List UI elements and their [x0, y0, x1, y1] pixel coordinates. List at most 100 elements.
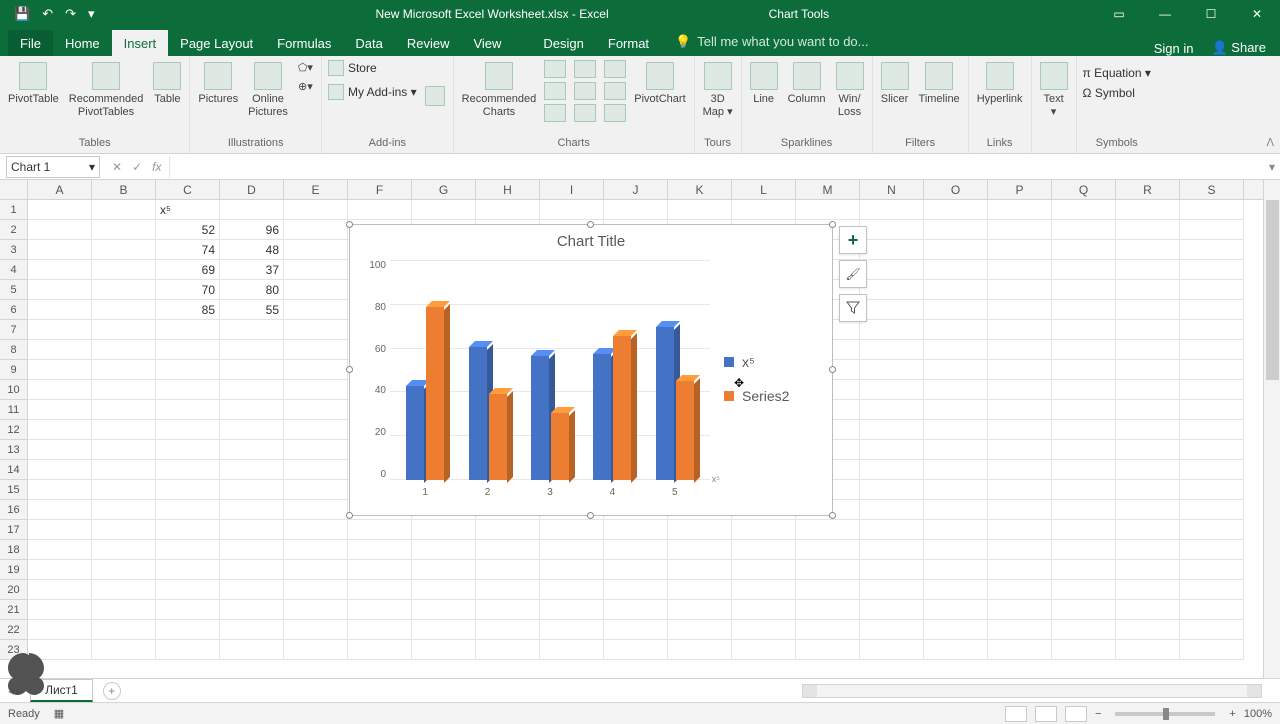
cell[interactable]	[1180, 520, 1244, 540]
cell[interactable]	[1052, 280, 1116, 300]
cell[interactable]	[1052, 400, 1116, 420]
cell[interactable]	[924, 620, 988, 640]
cell[interactable]	[988, 480, 1052, 500]
chart-legend[interactable]: x⁵Series2	[710, 260, 820, 498]
cell[interactable]	[860, 280, 924, 300]
cell[interactable]	[1180, 240, 1244, 260]
cell[interactable]	[1180, 480, 1244, 500]
cell[interactable]	[156, 420, 220, 440]
cell[interactable]	[860, 300, 924, 320]
cell[interactable]	[1052, 320, 1116, 340]
tab-view[interactable]: View	[461, 30, 513, 56]
view-normal-button[interactable]	[1005, 706, 1027, 722]
cell[interactable]	[860, 420, 924, 440]
cell[interactable]	[284, 200, 348, 220]
cell[interactable]	[924, 260, 988, 280]
cell[interactable]	[348, 520, 412, 540]
cell[interactable]	[284, 260, 348, 280]
resize-handle[interactable]	[829, 512, 836, 519]
cell[interactable]	[28, 620, 92, 640]
cell[interactable]	[924, 220, 988, 240]
maximize-icon[interactable]: ☐	[1188, 0, 1234, 28]
addins-launcher-icon[interactable]	[423, 84, 447, 111]
cell[interactable]	[1116, 360, 1180, 380]
recommended-charts-button[interactable]: Recommended Charts	[460, 60, 539, 120]
cell[interactable]	[28, 280, 92, 300]
cell[interactable]	[1052, 580, 1116, 600]
cell[interactable]	[924, 440, 988, 460]
formula-input[interactable]	[169, 156, 1264, 178]
cell[interactable]	[348, 580, 412, 600]
slicer-button[interactable]: Slicer	[879, 60, 911, 108]
cell[interactable]	[668, 560, 732, 580]
row-header[interactable]: 20	[0, 580, 28, 600]
cell[interactable]	[1116, 280, 1180, 300]
cell[interactable]	[348, 540, 412, 560]
cell[interactable]	[860, 380, 924, 400]
cell[interactable]	[284, 620, 348, 640]
zoom-level[interactable]: 100%	[1244, 708, 1272, 720]
cell[interactable]	[1116, 520, 1180, 540]
pivottable-button[interactable]: PivotTable	[6, 60, 61, 108]
cell[interactable]	[604, 200, 668, 220]
cell[interactable]	[988, 220, 1052, 240]
bar-group[interactable]	[469, 347, 507, 480]
cell[interactable]	[988, 300, 1052, 320]
row-header[interactable]: 2	[0, 220, 28, 240]
chart-title[interactable]: Chart Title	[350, 225, 832, 254]
redo-icon[interactable]: ↷	[65, 6, 76, 22]
cell[interactable]	[1116, 200, 1180, 220]
zoom-out-button[interactable]: −	[1095, 708, 1101, 720]
macro-record-icon[interactable]: ▦	[54, 707, 64, 720]
cell[interactable]	[284, 540, 348, 560]
cell[interactable]	[220, 320, 284, 340]
symbol-button[interactable]: Ω Symbol	[1083, 86, 1151, 100]
cell[interactable]	[220, 340, 284, 360]
column-header[interactable]: H	[476, 180, 540, 199]
cell[interactable]	[924, 500, 988, 520]
cell[interactable]	[348, 620, 412, 640]
cell[interactable]	[860, 600, 924, 620]
cell[interactable]	[1052, 200, 1116, 220]
cell[interactable]	[28, 260, 92, 280]
cell[interactable]	[220, 380, 284, 400]
cell[interactable]	[988, 600, 1052, 620]
bar-group[interactable]	[406, 307, 444, 480]
name-box[interactable]: Chart 1▾	[6, 156, 100, 178]
share-button[interactable]: 👤 Share	[1211, 40, 1266, 56]
cell[interactable]	[860, 200, 924, 220]
cell[interactable]	[476, 200, 540, 220]
cell[interactable]	[860, 260, 924, 280]
collapse-ribbon-icon[interactable]: ᐱ	[1266, 136, 1274, 149]
cell[interactable]	[476, 540, 540, 560]
column-headers[interactable]: ABCDEFGHIJKLMNOPQRS	[0, 180, 1263, 200]
column-header[interactable]: S	[1180, 180, 1244, 199]
cell[interactable]	[1180, 340, 1244, 360]
tell-me-input[interactable]: 💡Tell me what you want to do...	[675, 34, 868, 50]
cell[interactable]	[1116, 220, 1180, 240]
cell[interactable]	[540, 640, 604, 660]
resize-handle[interactable]	[346, 366, 353, 373]
cell[interactable]	[92, 360, 156, 380]
cell[interactable]	[284, 600, 348, 620]
cell[interactable]	[156, 460, 220, 480]
cell[interactable]	[92, 240, 156, 260]
view-page-layout-button[interactable]	[1035, 706, 1057, 722]
cell[interactable]	[1116, 420, 1180, 440]
cell[interactable]	[1180, 220, 1244, 240]
cancel-icon[interactable]: ✕	[112, 160, 122, 174]
row-header[interactable]: 9	[0, 360, 28, 380]
sparkline-column-button[interactable]: Column	[786, 60, 828, 108]
cell[interactable]	[92, 480, 156, 500]
row-header[interactable]: 5	[0, 280, 28, 300]
cell[interactable]	[220, 560, 284, 580]
cell[interactable]	[156, 500, 220, 520]
cell[interactable]	[156, 520, 220, 540]
minimize-icon[interactable]: —	[1142, 0, 1188, 28]
chart-plot-area[interactable]: 100806040200 12345 x⁵ ✥	[356, 260, 710, 498]
sign-in-link[interactable]: Sign in	[1154, 41, 1194, 56]
cell[interactable]	[988, 540, 1052, 560]
column-header[interactable]: B	[92, 180, 156, 199]
resize-handle[interactable]	[587, 221, 594, 228]
cell[interactable]	[732, 620, 796, 640]
